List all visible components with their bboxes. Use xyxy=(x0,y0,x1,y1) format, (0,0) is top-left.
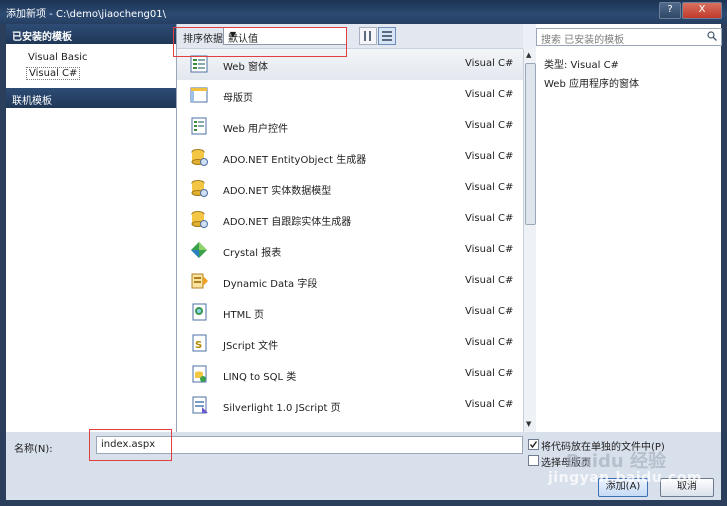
template-search-input[interactable]: 搜索 已安装的模板 xyxy=(536,28,722,46)
title-bar[interactable]: 添加新项 - C:\demo\jiaocheng01\ ? X xyxy=(0,0,727,24)
svg-text:S: S xyxy=(195,340,202,351)
user-control-icon xyxy=(191,117,207,135)
linq-to-sql-icon xyxy=(192,365,207,383)
template-language: Visual C# xyxy=(465,337,514,348)
name-label: 名称(N): xyxy=(14,444,53,455)
template-list: Web 窗体 Visual C# 母版页 Visual C# Web 用户控件 Visua… xyxy=(177,49,523,432)
template-name: 母版页 xyxy=(223,93,253,104)
template-row[interactable]: Web 用户控件 Visual C# xyxy=(177,111,523,142)
search-icon[interactable] xyxy=(707,31,717,41)
online-templates-label: 联机模板 xyxy=(12,96,52,107)
template-name: Silverlight 1.0 JScript 页 xyxy=(223,403,341,414)
online-templates-header[interactable]: 联机模板 xyxy=(6,88,176,108)
template-language: Visual C# xyxy=(465,368,514,379)
separate-code-checkbox[interactable] xyxy=(528,439,539,450)
silverlight-page-icon xyxy=(192,396,208,414)
template-tree-panel: 已安装的模板 Visual Basic Visual C# 联机模板 xyxy=(6,24,177,432)
highlight-selected-template xyxy=(173,27,347,57)
template-language: Visual C# xyxy=(465,151,514,162)
template-row[interactable]: ADO.NET 自跟踪实体生成器 Visual C# xyxy=(177,204,523,235)
jscript-file-icon: S xyxy=(192,334,207,352)
template-name: ADO.NET 自跟踪实体生成器 xyxy=(223,217,352,228)
small-icons-view-button[interactable] xyxy=(378,27,396,45)
template-language: Visual C# xyxy=(465,120,514,131)
template-language: Visual C# xyxy=(465,244,514,255)
large-icons-view-button[interactable] xyxy=(359,27,377,45)
template-language: Visual C# xyxy=(465,306,514,317)
template-row[interactable]: ADO.NET 实体数据模型 Visual C# xyxy=(177,173,523,204)
template-row[interactable]: LINQ to SQL 类 Visual C# xyxy=(177,359,523,390)
template-name: ADO.NET 实体数据模型 xyxy=(223,186,332,197)
web-form-icon xyxy=(190,55,208,73)
checkmark-icon xyxy=(529,441,538,449)
ado-model-icon xyxy=(191,180,208,197)
crystal-report-icon xyxy=(191,242,207,258)
template-type-label: 类型: Visual C# xyxy=(544,60,619,71)
close-button[interactable]: X xyxy=(682,2,722,19)
template-name: Web 窗体 xyxy=(223,62,268,73)
template-name: Web 用户控件 xyxy=(223,124,288,135)
template-name: ADO.NET EntityObject 生成器 xyxy=(223,155,367,166)
window-title: 添加新项 - C:\demo\jiaocheng01\ xyxy=(6,9,166,20)
tree-item-visual-basic[interactable]: Visual Basic xyxy=(28,52,88,63)
template-description: Web 应用程序的窗体 xyxy=(544,79,639,90)
template-name: Dynamic Data 字段 xyxy=(223,279,318,290)
scroll-down-icon[interactable]: ▼ xyxy=(526,420,531,428)
template-language: Visual C# xyxy=(465,399,514,410)
tree-item-visual-csharp[interactable]: Visual C# xyxy=(26,67,81,80)
template-row[interactable]: HTML 页 Visual C# xyxy=(177,297,523,328)
template-row[interactable]: Crystal 报表 Visual C# xyxy=(177,235,523,266)
master-page-icon xyxy=(190,87,208,103)
master-page-checkbox[interactable] xyxy=(528,455,539,466)
template-language: Visual C# xyxy=(465,89,514,100)
template-language: Visual C# xyxy=(465,213,514,224)
dynamic-data-icon xyxy=(191,273,208,289)
scroll-up-icon[interactable]: ▲ xyxy=(526,51,531,59)
template-row[interactable]: Dynamic Data 字段 Visual C# xyxy=(177,266,523,297)
ado-generator-icon xyxy=(191,149,208,166)
ado-tracking-icon xyxy=(191,211,208,228)
watermark-url: jingyan.baidu.com xyxy=(548,470,703,486)
template-row[interactable]: 母版页 Visual C# xyxy=(177,80,523,111)
installed-templates-label: 已安装的模板 xyxy=(12,32,72,43)
template-row[interactable]: S JScript 文件 Visual C# xyxy=(177,328,523,359)
template-row[interactable]: Silverlight 1.0 JScript 页 Visual C# xyxy=(177,390,523,421)
highlight-name-input xyxy=(89,429,172,461)
help-button[interactable]: ? xyxy=(659,2,681,19)
template-name: LINQ to SQL 类 xyxy=(223,372,297,383)
scrollbar-thumb[interactable] xyxy=(525,63,536,225)
template-name: JScript 文件 xyxy=(223,341,279,352)
template-name: HTML 页 xyxy=(223,310,265,321)
details-panel: 搜索 已安装的模板 类型: Visual C# Web 应用程序的窗体 xyxy=(536,24,722,432)
template-language: Visual C# xyxy=(465,182,514,193)
template-language: Visual C# xyxy=(465,275,514,286)
html-page-icon xyxy=(192,303,207,321)
template-language: Visual C# xyxy=(465,58,514,69)
installed-templates-header[interactable]: 已安装的模板 xyxy=(6,24,176,44)
template-name: Crystal 报表 xyxy=(223,248,282,259)
dialog-frame: 添加新项 - C:\demo\jiaocheng01\ ? X 已安装的模板 V… xyxy=(0,0,727,506)
template-list-scrollbar[interactable]: ▲ ▼ xyxy=(523,49,536,432)
template-row[interactable]: ADO.NET EntityObject 生成器 Visual C# xyxy=(177,142,523,173)
search-placeholder: 搜索 已安装的模板 xyxy=(541,35,625,46)
